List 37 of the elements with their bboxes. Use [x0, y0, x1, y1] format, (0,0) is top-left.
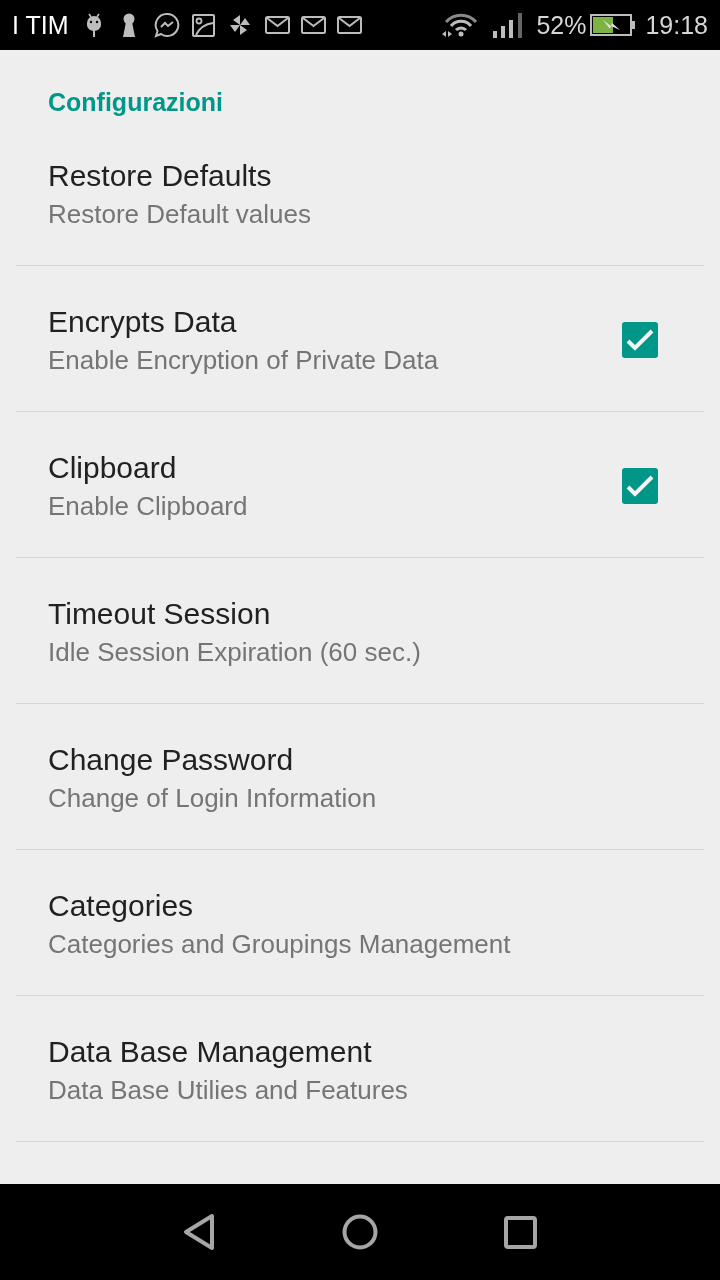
preference-title[interactable]: Clipboard	[48, 448, 177, 488]
wifi-icon	[441, 12, 478, 38]
recents-button[interactable]	[504, 1215, 537, 1249]
keyhole-icon	[122, 13, 137, 37]
checked-checkbox[interactable]	[622, 468, 658, 504]
carrier-name: I TIM	[12, 10, 69, 40]
mail-icon	[301, 16, 327, 34]
mail-icon	[265, 16, 291, 34]
mail-icon	[337, 16, 363, 34]
preference-title[interactable]: Restore Defaults	[48, 156, 272, 196]
chat-bubble-icon	[154, 12, 181, 38]
preference-title[interactable]: Encrypts Data	[48, 302, 237, 342]
signal-icon	[493, 12, 524, 38]
battery-icon	[590, 14, 636, 36]
image-icon	[192, 13, 216, 37]
back-icon	[182, 1213, 216, 1251]
pinwheel-icon	[229, 14, 252, 36]
preference-summary: Change of Login Information	[48, 782, 377, 815]
preference-title[interactable]: Categories	[48, 886, 194, 926]
preference-title[interactable]: Data Base Management	[48, 1032, 372, 1072]
home-button[interactable]	[342, 1214, 378, 1250]
section-title: Configurazioni	[48, 87, 223, 118]
preference-summary: Enable Clipboard	[48, 490, 248, 523]
preference-summary: Categories and Groupings Management	[48, 928, 511, 961]
home-icon	[342, 1214, 378, 1250]
battery-percent: 52%	[536, 10, 587, 40]
preference-title[interactable]: Timeout Session	[48, 594, 271, 634]
preference-title[interactable]: Change Password	[48, 740, 294, 780]
back-button[interactable]	[182, 1213, 216, 1251]
preference-summary: Restore Default values	[48, 198, 312, 231]
checked-checkbox[interactable]	[622, 322, 658, 358]
preference-summary: Idle Session Expiration (60 sec.)	[48, 636, 421, 669]
clock-time: 19:18	[645, 10, 708, 40]
preference-summary: Enable Encryption of Private Data	[48, 344, 439, 377]
recents-icon	[504, 1215, 537, 1249]
preference-summary: Data Base Utilies and Features	[48, 1074, 408, 1107]
android-icon	[86, 13, 103, 37]
